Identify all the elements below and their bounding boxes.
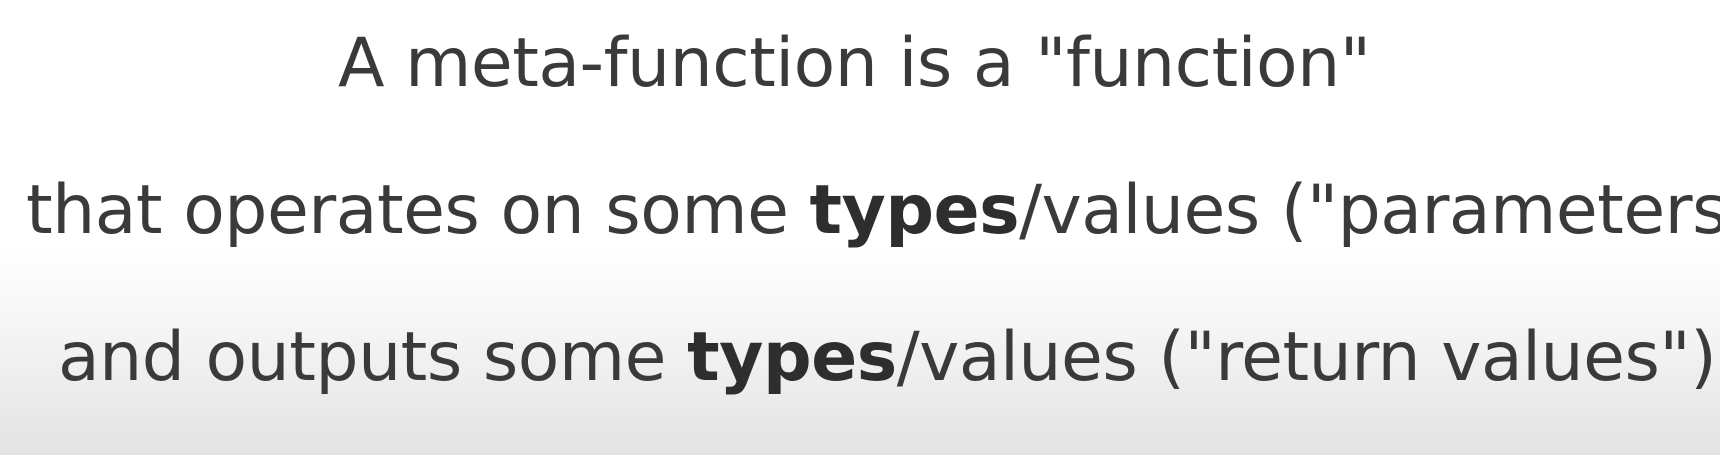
- line-1-text: A meta-function is a "function": [338, 24, 1371, 103]
- line-2-pre: that operates on some: [26, 171, 810, 250]
- line-3-pre: and outputs some: [58, 318, 688, 397]
- line-2-bold-types: types: [809, 171, 1020, 250]
- definition-line-2: that operates on some types/values ("par…: [26, 171, 1720, 251]
- line-2-post: /values ("parameters"): [1019, 171, 1720, 250]
- line-3-post: /values ("return values").: [896, 318, 1720, 397]
- definition-line-3: and outputs some types/values ("return v…: [58, 318, 1720, 398]
- slide: A meta-function is a "function" that ope…: [0, 0, 1720, 455]
- line-3-bold-types: types: [687, 318, 897, 397]
- definition-line-1: A meta-function is a "function": [338, 24, 1720, 104]
